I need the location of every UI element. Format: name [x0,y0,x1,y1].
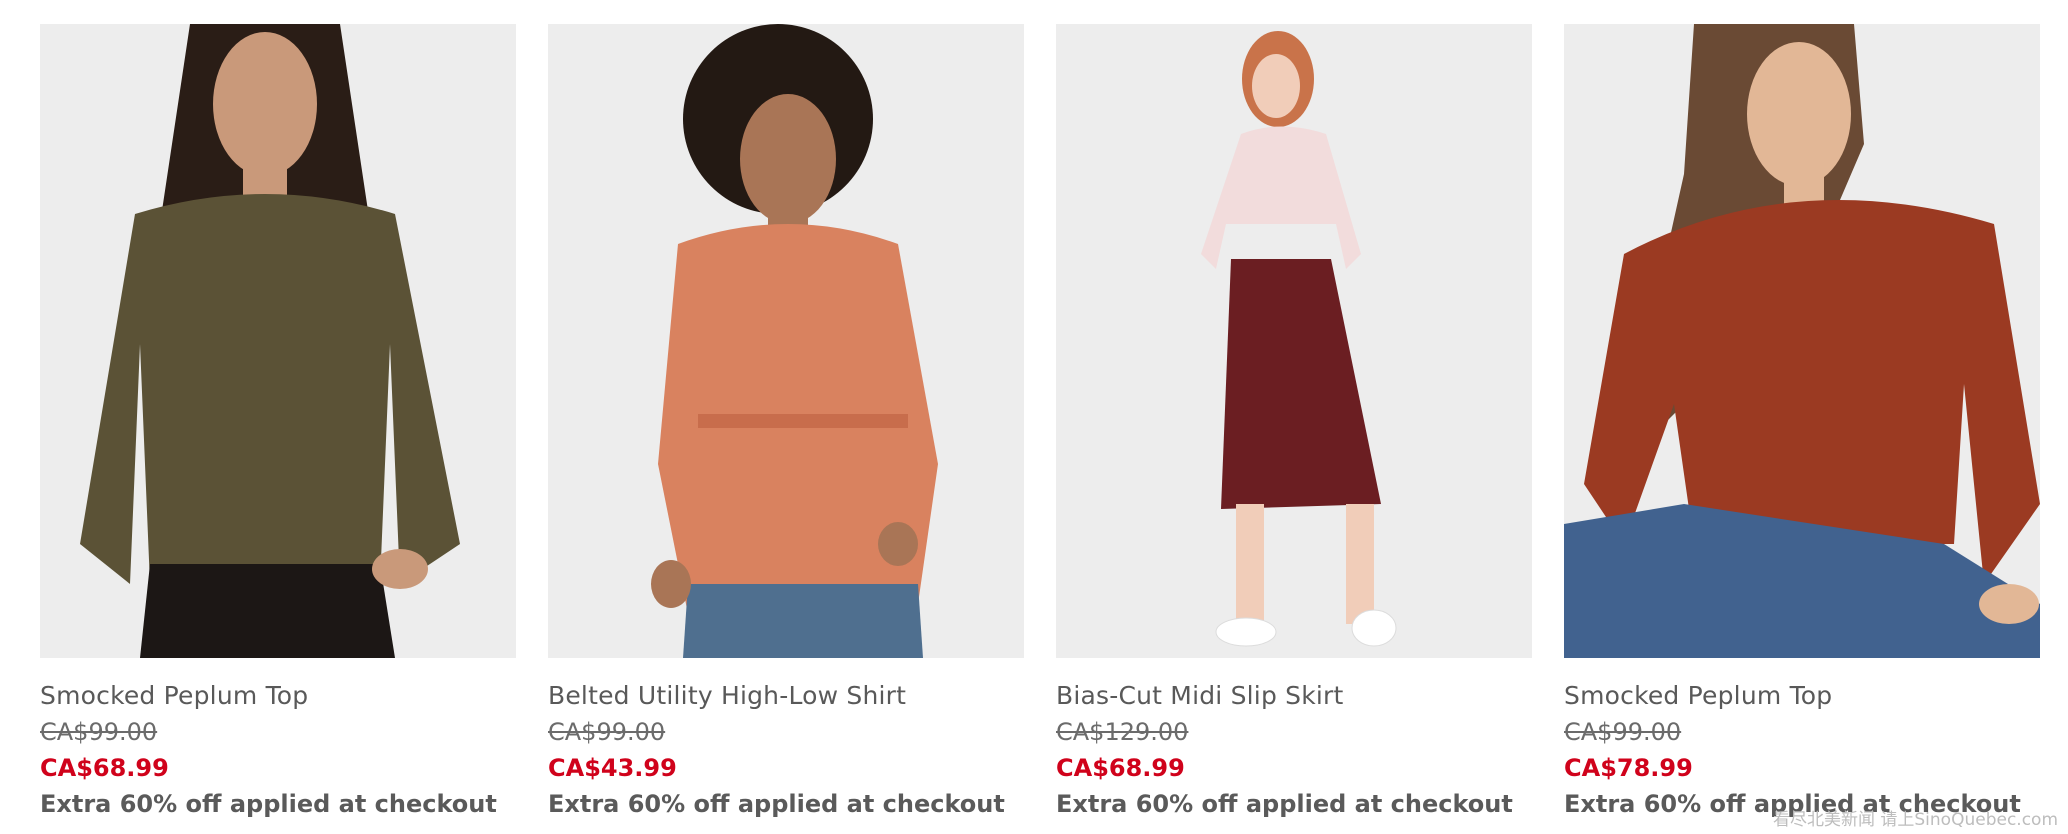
promo-text: Extra 60% off applied at checkout [1056,790,1513,818]
model-photo-illustration [1056,24,1532,658]
product-name[interactable]: Bias-Cut Midi Slip Skirt [1056,678,1532,714]
original-price: CA$129.00 [1056,718,1189,746]
product-card[interactable]: Belted Utility High-Low Shirt CA$99.00 C… [548,24,1024,822]
product-card[interactable]: Bias-Cut Midi Slip Skirt CA$129.00 CA$68… [1056,24,1532,822]
model-photo-illustration [40,24,516,658]
sale-price: CA$68.99 [40,754,169,782]
promo-text: Extra 60% off applied at checkout [40,790,497,818]
sale-price: CA$68.99 [1056,754,1185,782]
promo-text: Extra 60% off applied at checkout [548,790,1005,818]
product-card[interactable]: Smocked Peplum Top CA$99.00 CA$78.99 Ext… [1564,24,2040,822]
model-photo-illustration [548,24,1024,658]
model-photo-illustration [1564,24,2040,658]
original-price: CA$99.00 [548,718,666,746]
product-name[interactable]: Belted Utility High-Low Shirt [548,678,1024,714]
product-name[interactable]: Smocked Peplum Top [40,678,516,714]
product-image[interactable] [548,24,1024,658]
product-card[interactable]: Smocked Peplum Top CA$99.00 CA$68.99 Ext… [40,24,516,822]
product-image[interactable] [40,24,516,658]
product-grid: Smocked Peplum Top CA$99.00 CA$68.99 Ext… [40,24,2040,822]
original-price: CA$99.00 [40,718,158,746]
watermark-text: 看尽北美新闻 请上SinoQuebec.com [1772,810,2058,830]
original-price: CA$99.00 [1564,718,1682,746]
product-image[interactable] [1056,24,1532,658]
sale-price: CA$78.99 [1564,754,1693,782]
product-image[interactable] [1564,24,2040,658]
sale-price: CA$43.99 [548,754,677,782]
product-name[interactable]: Smocked Peplum Top [1564,678,2040,714]
